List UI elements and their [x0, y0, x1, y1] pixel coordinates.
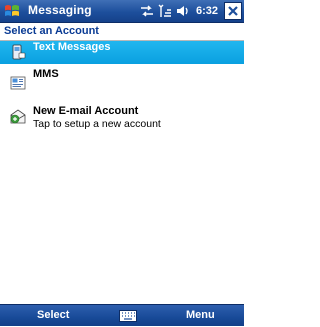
windows-flag-icon[interactable]: [3, 2, 21, 20]
close-button[interactable]: [224, 2, 242, 20]
keyboard-button[interactable]: [119, 309, 137, 322]
title-bar: Messaging 6:32: [0, 0, 244, 23]
mms-icon: [10, 75, 26, 91]
sms-icon: [10, 44, 26, 60]
select-softkey[interactable]: Select: [37, 309, 69, 321]
menu-softkey[interactable]: Menu: [186, 309, 215, 321]
account-label: MMS: [33, 68, 59, 80]
list-item-text-messages[interactable]: Text Messages: [0, 41, 244, 64]
list-item-new-email[interactable]: New E-mail Account Tap to setup a new ac…: [0, 90, 244, 130]
speaker-icon[interactable]: [176, 5, 190, 17]
account-label: Text Messages: [33, 41, 111, 53]
clock[interactable]: 6:32: [196, 5, 218, 17]
account-label: New E-mail Account: [33, 105, 139, 117]
signal-icon[interactable]: [158, 4, 172, 18]
new-email-icon: [10, 108, 26, 124]
select-account-header: Select an Account: [0, 23, 244, 41]
menu-bar: Select Menu: [0, 304, 244, 326]
account-list: Text Messages MMS New E-mail Account Tap…: [0, 41, 244, 130]
status-icons[interactable]: 6:32: [140, 2, 218, 20]
connectivity-icon[interactable]: [140, 5, 154, 17]
page-title: Select an Account: [4, 25, 99, 37]
list-item-mms[interactable]: MMS: [0, 64, 244, 90]
window-title: Messaging: [28, 3, 92, 17]
account-subtitle: Tap to setup a new account: [33, 118, 161, 130]
close-icon: [228, 6, 238, 16]
keyboard-icon: [119, 310, 137, 322]
